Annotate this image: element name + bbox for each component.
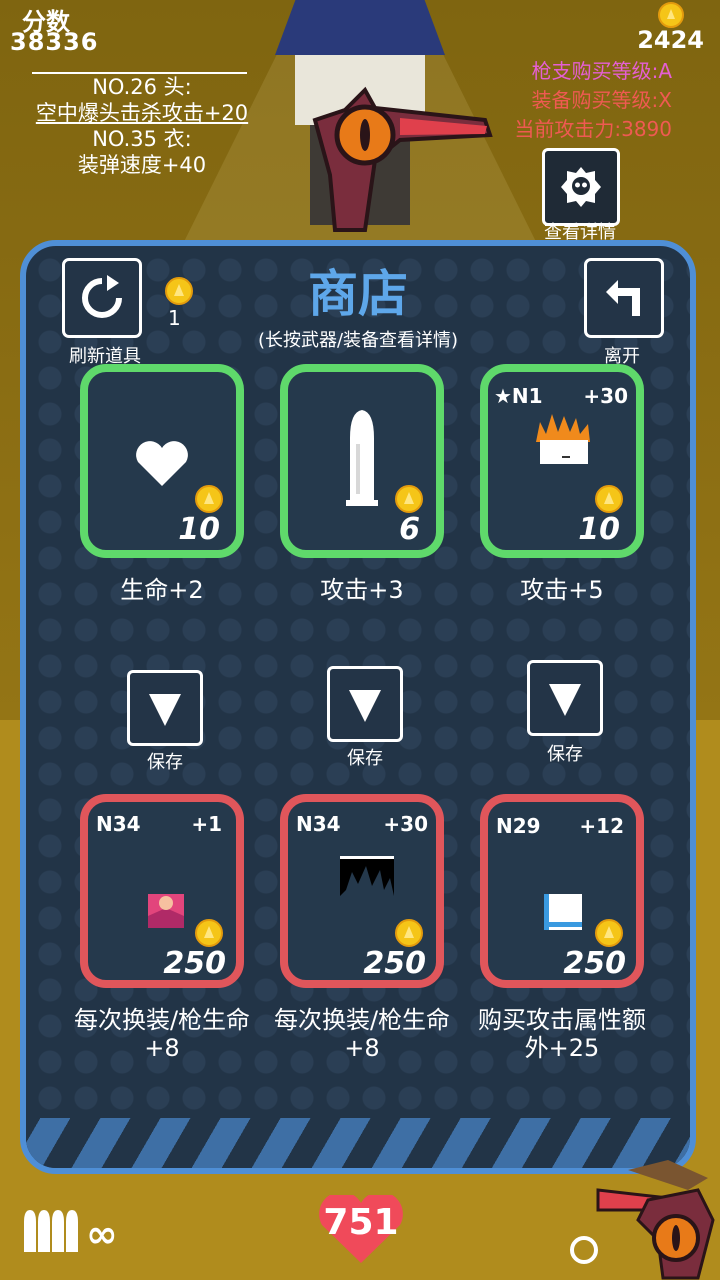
- item-price: 10: [578, 512, 620, 547]
- bullet-icon: [346, 410, 378, 506]
- weapon-switch-icon[interactable]: [568, 1150, 718, 1280]
- shop-item-card[interactable]: 6: [280, 364, 444, 558]
- coin-icon: [395, 919, 423, 947]
- flame-hair-icon: [536, 414, 590, 464]
- item-price: 6: [399, 512, 420, 547]
- item-tag-right: +30: [383, 812, 428, 836]
- item-tag-right: +1: [191, 812, 222, 836]
- refresh-icon: [82, 275, 122, 318]
- item-label: 每次换装/枪生命+8: [73, 1006, 251, 1062]
- down-arrow-icon: [549, 684, 581, 716]
- item-label: 购买攻击属性额外+25: [478, 1006, 646, 1062]
- item-price: 10: [178, 512, 220, 547]
- equipment-info: NO.26 头: 空中爆头击杀攻击+20 NO.35 衣: 装弹速度+40: [12, 74, 272, 178]
- shop-item-card[interactable]: N34 +1 250: [80, 794, 244, 988]
- ammo-count: ∞: [86, 1212, 118, 1256]
- blue-box-icon: [544, 894, 582, 930]
- equipment-info-line: 装弹速度+40: [77, 153, 207, 177]
- item-label: 每次换装/枪生命+8: [273, 1006, 451, 1062]
- return-arrow-icon: [606, 280, 640, 316]
- coin-icon: [195, 919, 223, 947]
- coin-icon: [595, 485, 623, 513]
- item-label: 生命+2: [120, 576, 204, 604]
- black-spiky-hair-icon: [340, 856, 394, 896]
- coin-icon: [165, 277, 193, 305]
- status-panel: 枪支购买等级:A 装备购买等级:X 当前攻击力:3890: [514, 57, 672, 144]
- refresh-items-button[interactable]: [62, 258, 142, 338]
- save-label: 保存: [547, 744, 583, 765]
- item-tag-left: N34: [96, 812, 141, 836]
- pink-hat-icon: [148, 894, 184, 928]
- heart-icon: [136, 441, 188, 486]
- coin-count: 2424: [637, 26, 704, 54]
- item-tag-left: N34: [296, 812, 341, 836]
- down-arrow-icon: [149, 694, 181, 726]
- equipment-info-line: 空中爆头击杀攻击+20: [35, 101, 249, 125]
- save-button[interactable]: [527, 660, 603, 736]
- save-label: 保存: [147, 752, 183, 773]
- item-tag-left: ★N1: [494, 384, 543, 408]
- attack-power-text: 当前攻击力:3890: [514, 117, 672, 141]
- coin-icon: [195, 485, 223, 513]
- item-price: 250: [163, 946, 226, 981]
- lamp-hood: [275, 0, 445, 55]
- shop-panel: 商店 (长按武器/装备查看详情) 1 刷新道具 离开 10 生命+2 6 攻击+…: [20, 240, 696, 1174]
- save-button[interactable]: [127, 670, 203, 746]
- item-tag-left: N29: [496, 814, 541, 838]
- shop-item-card[interactable]: N29 +12 250: [480, 794, 644, 988]
- coin-icon: [395, 485, 423, 513]
- shop-item-card[interactable]: N34 +30 250: [280, 794, 444, 988]
- save-label: 保存: [347, 748, 383, 769]
- equipment-level-text: 装备购买等级:X: [531, 88, 672, 112]
- item-tag-right: +30: [583, 384, 628, 408]
- view-details-button[interactable]: [542, 148, 620, 226]
- refresh-cost: 1: [168, 306, 181, 330]
- shop-item-card[interactable]: 10: [80, 364, 244, 558]
- revolver-eye-icon: [312, 86, 493, 232]
- equipment-info-line: NO.26 头:: [92, 75, 192, 99]
- down-arrow-icon: [349, 690, 381, 722]
- item-price: 250: [563, 946, 626, 981]
- score-value: 38336: [10, 28, 99, 56]
- coin-icon: [595, 919, 623, 947]
- item-label: 攻击+3: [320, 576, 404, 604]
- leave-shop-button[interactable]: [584, 258, 664, 338]
- ammo-icon: [24, 1210, 78, 1252]
- save-button[interactable]: [327, 666, 403, 742]
- item-label: 攻击+5: [520, 576, 604, 604]
- health-value: 751: [323, 1202, 399, 1243]
- coin-icon: [658, 2, 684, 28]
- gun-level-text: 枪支购买等级:A: [531, 59, 672, 83]
- equipment-info-line: NO.35 衣:: [92, 127, 192, 151]
- skull-badge-icon: [561, 167, 601, 207]
- item-tag-right: +12: [579, 814, 624, 838]
- item-price: 250: [363, 946, 426, 981]
- shop-item-card[interactable]: ★N1 +30 10: [480, 364, 644, 558]
